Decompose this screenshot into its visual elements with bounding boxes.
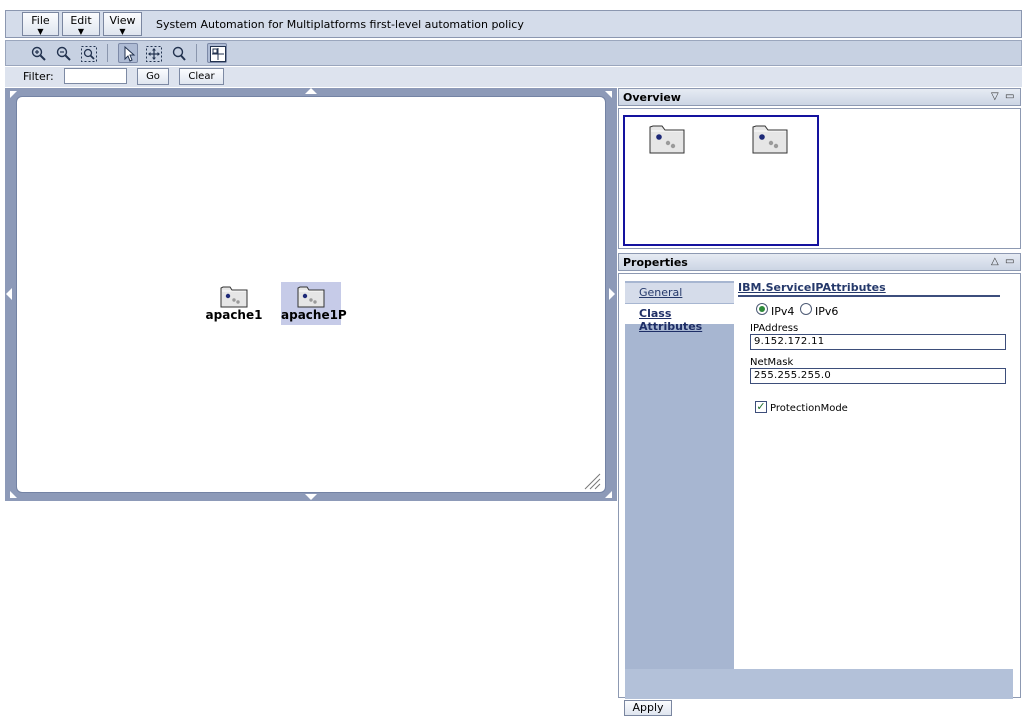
marquee-zoom-button[interactable] bbox=[168, 43, 188, 63]
zoom-fit-icon bbox=[81, 46, 97, 62]
file-menu-label: File bbox=[31, 14, 50, 27]
marquee-zoom-icon bbox=[172, 46, 186, 61]
node-label: apache1 bbox=[205, 308, 263, 322]
resize-grip-icon[interactable] bbox=[583, 472, 601, 490]
view-menu-label: View bbox=[109, 14, 136, 27]
tab-general[interactable]: General bbox=[625, 283, 734, 303]
scroll-down-icon[interactable] bbox=[305, 494, 317, 500]
topology-canvas[interactable]: apache1 apache1P bbox=[16, 96, 606, 493]
tab-class-attributes[interactable]: Class Attributes bbox=[625, 304, 734, 333]
chevron-down-icon: ▼ bbox=[119, 27, 126, 36]
scroll-bottom-left-icon[interactable] bbox=[10, 491, 17, 498]
netmask-field[interactable]: 255.255.255.0 bbox=[750, 368, 1006, 384]
filter-label: Filter: bbox=[23, 70, 54, 83]
overview-toggle-button[interactable] bbox=[207, 43, 227, 63]
filter-bar: Filter: Go Clear bbox=[5, 67, 1022, 87]
properties-title: Properties bbox=[623, 256, 688, 269]
scroll-right-icon[interactable] bbox=[609, 288, 615, 300]
scroll-top-left-icon[interactable] bbox=[10, 91, 17, 98]
netmask-label: NetMask bbox=[750, 357, 794, 368]
pan-tool-button[interactable] bbox=[143, 43, 163, 63]
zoom-out-button[interactable] bbox=[53, 43, 73, 63]
properties-footer bbox=[625, 669, 1013, 699]
select-pointer-icon bbox=[124, 46, 136, 62]
resource-node-apache1P[interactable]: apache1P bbox=[281, 282, 347, 325]
view-menu[interactable]: View ▼ bbox=[103, 12, 142, 36]
toolbar-separator bbox=[107, 44, 108, 62]
properties-panel: General Class Attributes IBM.ServiceIPAt… bbox=[618, 273, 1021, 699]
clear-button[interactable]: Clear bbox=[179, 68, 224, 85]
zoom-in-button[interactable] bbox=[28, 43, 48, 63]
zoom-out-icon bbox=[56, 46, 71, 61]
resource-group-icon bbox=[297, 286, 325, 308]
window-title: System Automation for Multiplatforms fir… bbox=[156, 18, 524, 31]
overview-panel bbox=[618, 108, 1021, 249]
protection-mode-label: ProtectionMode bbox=[770, 403, 848, 414]
overview-viewport[interactable] bbox=[623, 115, 819, 246]
node-label: apache1P bbox=[281, 308, 347, 322]
filter-input[interactable] bbox=[64, 68, 127, 84]
apply-button[interactable]: Apply bbox=[624, 700, 672, 716]
ipv6-label: IPv6 bbox=[815, 305, 839, 318]
resource-group-icon bbox=[220, 286, 248, 308]
properties-content: IBM.ServiceIPAttributes IPv4 IPv6 IPAddr… bbox=[734, 281, 1014, 669]
pan-icon bbox=[146, 46, 162, 62]
chevron-down-icon: ▼ bbox=[77, 27, 85, 36]
edit-menu[interactable]: Edit ▼ bbox=[62, 12, 100, 36]
zoom-in-icon bbox=[31, 46, 46, 61]
section-title: IBM.ServiceIPAttributes bbox=[738, 281, 886, 294]
edit-menu-label: Edit bbox=[70, 14, 92, 27]
ip-address-field[interactable]: 9.152.172.11 bbox=[750, 334, 1006, 350]
file-menu[interactable]: File ▼ bbox=[22, 12, 59, 36]
chevron-down-icon: ▼ bbox=[37, 27, 44, 36]
scroll-left-icon[interactable] bbox=[6, 288, 12, 300]
protection-mode-checkbox[interactable]: ✓ bbox=[755, 401, 767, 413]
topology-canvas-frame: apache1 apache1P bbox=[5, 88, 617, 501]
ip-address-label: IPAddress bbox=[750, 323, 799, 334]
overview-title: Overview bbox=[623, 91, 681, 104]
scroll-bottom-right-icon[interactable] bbox=[605, 491, 612, 498]
overview-toggle-icon bbox=[210, 46, 226, 62]
minimize-icon[interactable]: ▭ bbox=[1005, 91, 1014, 102]
toolbar bbox=[5, 40, 1022, 66]
collapse-icon[interactable]: ▽ bbox=[991, 91, 999, 102]
properties-tab-list: General Class Attributes bbox=[625, 281, 734, 669]
scroll-top-right-icon[interactable] bbox=[605, 91, 612, 98]
scroll-up-icon[interactable] bbox=[305, 88, 317, 94]
expand-icon[interactable]: △ bbox=[991, 256, 999, 267]
section-divider bbox=[738, 295, 1000, 297]
properties-panel-header: Properties △ ▭ bbox=[618, 253, 1021, 271]
select-tool-button[interactable] bbox=[118, 43, 138, 63]
zoom-fit-button[interactable] bbox=[78, 43, 98, 63]
overview-panel-header: Overview ▽ ▭ bbox=[618, 88, 1021, 106]
ipv6-radio[interactable] bbox=[800, 303, 812, 315]
ipv4-radio[interactable] bbox=[756, 303, 768, 315]
resource-group-icon bbox=[649, 125, 685, 154]
go-button[interactable]: Go bbox=[137, 68, 169, 85]
resource-node-apache1[interactable]: apache1 bbox=[204, 284, 264, 322]
menu-bar: File ▼ Edit ▼ View ▼ System Automation f… bbox=[5, 10, 1022, 38]
toolbar-separator bbox=[196, 44, 197, 62]
resource-group-icon bbox=[752, 125, 788, 154]
ipv4-label: IPv4 bbox=[771, 305, 795, 318]
minimize-icon[interactable]: ▭ bbox=[1005, 256, 1014, 267]
